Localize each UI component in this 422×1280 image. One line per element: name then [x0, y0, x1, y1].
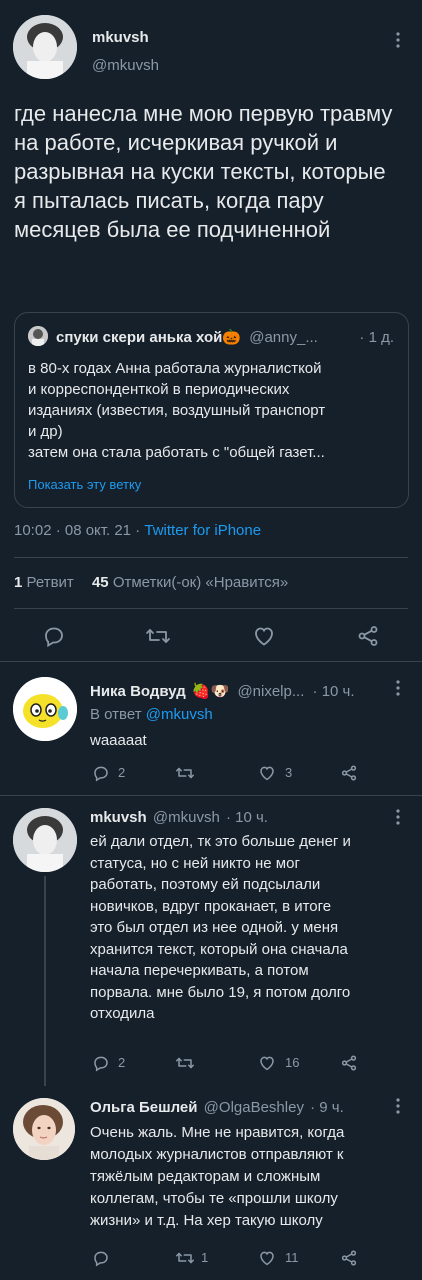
like-icon[interactable] [258, 1249, 276, 1267]
retweet-icon[interactable] [145, 624, 171, 648]
divider [0, 795, 422, 796]
reply-count: 2 [118, 1055, 126, 1070]
share-icon[interactable] [340, 1054, 358, 1072]
more-options-icon[interactable] [396, 809, 400, 825]
more-options-icon[interactable] [396, 1098, 400, 1114]
show-thread-link[interactable]: Показать эту ветку [28, 477, 141, 492]
retweets-label: Ретвит [26, 574, 74, 591]
author-handle[interactable]: @OlgaBeshley [204, 1099, 304, 1116]
text-line: отходила [90, 1005, 155, 1022]
name-emoji: 🍓🐶 [191, 683, 230, 700]
quote-line: в 80-х годах Анна работала журналисткой [28, 360, 322, 377]
text-line: тяжёлым редакторам и сложным [90, 1168, 321, 1185]
reply-icon[interactable] [42, 624, 66, 648]
share-icon[interactable] [340, 1249, 358, 1267]
more-options-icon[interactable] [396, 32, 400, 48]
avatar[interactable] [13, 677, 77, 741]
reply-time[interactable]: · 10 ч. [226, 809, 268, 826]
reply-text: Очень жаль. Мне не нравится, когда молод… [90, 1122, 408, 1232]
divider [14, 608, 408, 609]
text-line: начала перечеркивать, а потом [90, 962, 309, 979]
text-line: жизни» и т.д. На хер такую школу [90, 1212, 323, 1229]
share-icon[interactable] [340, 764, 358, 782]
retweet-count: 1 [201, 1250, 209, 1265]
author-name[interactable]: Ника Водвуд [90, 683, 186, 700]
reply-icon[interactable] [92, 1054, 110, 1072]
avatar[interactable] [13, 1098, 75, 1160]
reply-to-handle[interactable]: @mkuvsh [146, 706, 213, 723]
reply-text: ей дали отдел, тк это больше денег и ста… [90, 831, 408, 1025]
text-line: Очень жаль. Мне не нравится, когда [90, 1124, 345, 1141]
tweet-source[interactable]: Twitter for iPhone [144, 522, 261, 539]
divider [14, 557, 408, 558]
text-line: работать, поэтому ей подсылали [90, 876, 321, 893]
text-line: молодых журналистов отправляют к [90, 1146, 344, 1163]
author-name[interactable]: mkuvsh [92, 29, 149, 46]
like-count: 16 [285, 1055, 300, 1070]
tweet-stats: 1 Ретвит 45 Отметки(-ок) «Нравится» [14, 574, 288, 591]
reply-time[interactable]: · 10 ч. [313, 683, 355, 700]
likes-count: 45 [91, 574, 109, 591]
quote-line: затем она стала работать с "общей газет.… [28, 444, 325, 461]
reply-to-label: В ответ [90, 706, 146, 723]
retweet-icon[interactable] [175, 764, 195, 782]
author-name[interactable]: Ольга Бешлей [90, 1099, 198, 1116]
likes-stat[interactable]: 45 Отметки(-ок) «Нравится» [92, 574, 288, 591]
text-line: коллегам, чтобы те «прошли школу [90, 1190, 338, 1207]
text-line: это был отдел из нее одной. у меня [90, 919, 339, 936]
like-icon[interactable] [258, 1054, 276, 1072]
reply-count: 2 [118, 765, 126, 780]
avatar[interactable] [13, 808, 77, 872]
author-handle[interactable]: @mkuvsh [153, 809, 220, 826]
quote-author-handle: @anny_... [249, 329, 318, 346]
quote-line: и корреспонденткой в периодических [28, 381, 290, 398]
quote-time: · 1 д. [359, 329, 394, 346]
retweet-icon[interactable] [175, 1054, 195, 1072]
reply-icon[interactable] [92, 764, 110, 782]
reply-time[interactable]: · 9 ч. [310, 1099, 344, 1116]
reply-icon[interactable] [92, 1249, 110, 1267]
tweet-timestamp[interactable]: 10:02 · 08 окт. 21 · [14, 522, 144, 539]
text-line: хранится текст, который она сначала [90, 940, 348, 958]
retweets-count: 1 [14, 574, 23, 591]
text-line: статуса, но с ней никто не мог [90, 854, 300, 872]
author-handle[interactable]: @mkuvsh [92, 57, 159, 74]
text-line: ей дали отдел, тк это больше денег и [90, 833, 351, 850]
quote-tweet[interactable]: спуки скери анька хой🎃 @anny_... · 1 д. … [14, 312, 409, 508]
like-icon[interactable] [258, 764, 276, 782]
divider [0, 661, 422, 662]
avatar[interactable] [13, 15, 77, 79]
like-icon[interactable] [252, 624, 276, 648]
like-count: 3 [285, 765, 293, 780]
reply-text: waaaaat [90, 732, 147, 749]
quote-line: изданиях (известия, воздушный транспорт [28, 402, 326, 419]
thread-line [44, 876, 46, 1086]
likes-label: Отметки(-ок) «Нравится» [112, 574, 289, 591]
quote-avatar [28, 326, 48, 346]
author-name[interactable]: mkuvsh [90, 809, 147, 826]
author-handle[interactable]: @nixelp... [237, 683, 304, 700]
text-line: новичков, вдруг проканает, в итоге [90, 897, 332, 915]
quote-line: и др) [28, 423, 63, 440]
share-icon[interactable] [356, 624, 380, 648]
quote-author-name: спуки скери анька хой🎃 [56, 329, 242, 346]
text-line: порвала. мне было 19, я потом долго [90, 983, 351, 1001]
like-count: 11 [285, 1250, 299, 1265]
tweet-text: где нанесла мне мою первую травму на раб… [14, 101, 393, 242]
more-options-icon[interactable] [396, 680, 400, 696]
retweets-stat[interactable]: 1 Ретвит [14, 574, 78, 591]
quote-text: в 80-х годах Анна работала журналисткой … [28, 358, 400, 463]
retweet-icon[interactable] [175, 1249, 195, 1267]
